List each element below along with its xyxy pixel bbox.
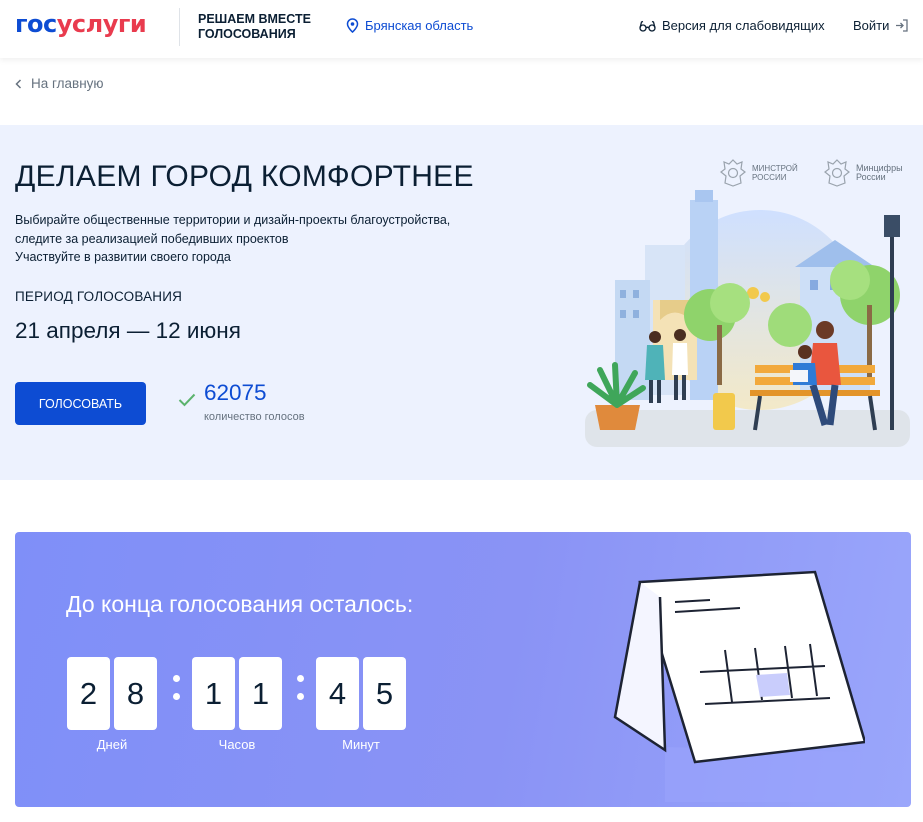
project-title: РЕШАЕМ ВМЕСТЕ ГОЛОСОВАНИЯ (198, 12, 311, 41)
time-separator (168, 669, 184, 705)
hours-digit-1: 1 (192, 657, 235, 730)
back-label: На главную (31, 76, 104, 91)
city-park-illustration (585, 190, 910, 447)
gosuslugi-logo[interactable]: госуслуги (15, 9, 147, 39)
login-label: Войти (853, 18, 890, 33)
voting-period-value: 21 апреля — 12 июня (15, 318, 241, 343)
votes-label: количество голосов (204, 411, 305, 423)
time-separator (292, 669, 308, 705)
login-arrow-icon (896, 19, 909, 32)
desk-calendar-illustration (613, 570, 865, 802)
chevron-left-icon (15, 78, 22, 89)
hero-title: ДЕЛАЕМ ГОРОД КОМФОРТНЕЕ (15, 160, 474, 193)
hours-label: Часов (218, 737, 256, 752)
header: госуслуги РЕШАЕМ ВМЕСТЕ ГОЛОСОВАНИЯ Брян… (0, 0, 923, 58)
back-to-main-link[interactable]: На главную (15, 76, 104, 91)
minutes-digit-2: 5 (363, 657, 406, 730)
minutes-label: Минут (342, 737, 380, 752)
votes-count: 62075 (204, 380, 267, 405)
vote-button[interactable]: ГОЛОСОВАТЬ (15, 382, 146, 425)
days-label: Дней (96, 737, 128, 752)
header-divider (179, 8, 180, 46)
countdown-title: До конца голосования осталось: (66, 591, 414, 617)
hours-digit-2: 1 (239, 657, 282, 730)
login-button[interactable]: Войти (853, 18, 909, 33)
voting-period-label: ПЕРИОД ГОЛОСОВАНИЯ (15, 289, 183, 304)
region-label: Брянская область (365, 18, 474, 33)
impaired-version-label: Версия для слабовидящих (662, 18, 825, 33)
checkmark-icon (178, 393, 196, 407)
countdown-panel: До конца голосования осталось: 2 8 1 1 4… (15, 532, 911, 807)
impaired-version-link[interactable]: Версия для слабовидящих (639, 18, 825, 33)
minutes-digit-1: 4 (316, 657, 359, 730)
glasses-icon (639, 20, 656, 32)
region-selector[interactable]: Брянская область (346, 18, 473, 33)
days-digit-2: 8 (114, 657, 157, 730)
days-digit-1: 2 (67, 657, 110, 730)
location-pin-icon (346, 18, 359, 33)
hero-description: Выбирайте общественные территории и диза… (15, 213, 451, 264)
